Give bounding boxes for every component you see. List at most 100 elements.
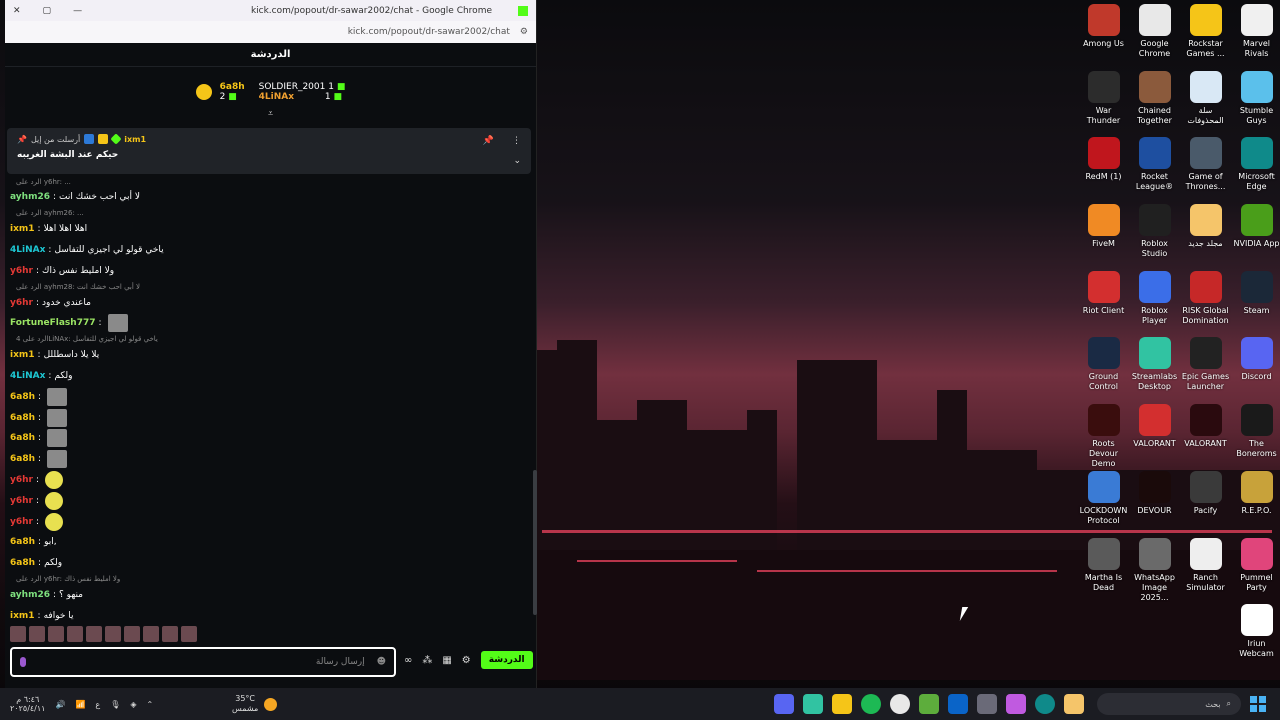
- send-button[interactable]: الدردشة: [480, 651, 533, 669]
- desktop-icon[interactable]: Ground Control: [1078, 337, 1129, 404]
- emote[interactable]: [143, 626, 159, 642]
- explorer-taskbar-icon[interactable]: [1064, 694, 1084, 714]
- chat-username[interactable]: 6a8h: [10, 413, 35, 423]
- desktop-icon[interactable]: DEVOUR: [1129, 470, 1180, 538]
- chat-username[interactable]: 6a8h: [10, 558, 35, 568]
- discord-taskbar-icon[interactable]: [774, 694, 794, 714]
- desktop-icon[interactable]: LOCKDOWN Protocol: [1078, 470, 1129, 538]
- clock-date[interactable]: ٢٠٢٥/٤/١١: [10, 704, 45, 713]
- desktop-icon[interactable]: Marvel Rivals: [1231, 4, 1280, 71]
- chat-username[interactable]: y6hr: [10, 266, 33, 276]
- desktop-icon[interactable]: Discord: [1231, 337, 1280, 404]
- copilot-taskbar-icon[interactable]: [1006, 694, 1026, 714]
- more-icon[interactable]: ⋮: [512, 136, 521, 146]
- chat-username[interactable]: 6a8h: [10, 392, 35, 402]
- minecraft-taskbar-icon[interactable]: [919, 694, 939, 714]
- desktop-icon[interactable]: Streamlabs Desktop: [1129, 337, 1180, 404]
- desktop-icon[interactable]: Roblox Player: [1129, 270, 1180, 338]
- settings-icon[interactable]: ⚙: [462, 655, 471, 666]
- chat-username[interactable]: ixm1: [10, 350, 35, 360]
- mic-tray-icon[interactable]: 🎙: [110, 700, 120, 709]
- minimize-icon[interactable]: —: [73, 6, 82, 16]
- infinity-icon[interactable]: ∞: [404, 655, 412, 666]
- reply-context[interactable]: الرد على 4LiNAx: ياخي قولو لي اجيزي للتف…: [10, 334, 525, 345]
- chevron-up-icon[interactable]: ⌃: [147, 700, 154, 709]
- chat-username[interactable]: ixm1: [10, 611, 35, 621]
- volume-icon[interactable]: 🔊: [55, 700, 65, 709]
- desktop-icon[interactable]: War Thunder: [1078, 70, 1129, 138]
- desktop-icon[interactable]: Stumble Guys: [1231, 70, 1280, 138]
- chat-username[interactable]: ayhm26: [10, 590, 50, 600]
- chat-username[interactable]: 6a8h: [10, 454, 35, 464]
- chat-scrollbar[interactable]: [533, 470, 537, 615]
- emote[interactable]: [10, 626, 26, 642]
- start-icon[interactable]: [1250, 696, 1266, 712]
- address-bar[interactable]: kick.com/popout/dr-sawar2002/chat ⚙: [5, 21, 536, 43]
- app-tray-icon[interactable]: ◈: [130, 700, 136, 709]
- desktop-icon[interactable]: Epic Games Launcher: [1180, 337, 1231, 404]
- emote[interactable]: [45, 491, 64, 510]
- emote[interactable]: [181, 626, 197, 642]
- mic-icon[interactable]: [20, 657, 26, 667]
- desktop-icon[interactable]: Chained Together: [1129, 70, 1180, 138]
- chat-username[interactable]: 6a8h: [10, 433, 35, 443]
- chrome-taskbar-icon[interactable]: [890, 694, 910, 714]
- chat-username[interactable]: 4LiNAx: [10, 371, 45, 381]
- emote[interactable]: [124, 626, 140, 642]
- language-indicator[interactable]: ع: [95, 700, 100, 709]
- desktop-icon[interactable]: WhatsApp Image 2025...: [1129, 537, 1180, 605]
- tune-icon[interactable]: ⚙: [520, 27, 528, 37]
- emote[interactable]: [45, 512, 64, 531]
- desktop-icon[interactable]: R.E.P.O.: [1231, 470, 1280, 538]
- chat-input[interactable]: إرسال رسالة ☻: [10, 647, 396, 677]
- emote[interactable]: [48, 626, 64, 642]
- desktop-icon[interactable]: RISK Global Domination: [1180, 270, 1231, 338]
- weather-widget[interactable]: 35°C مشمس: [232, 694, 278, 714]
- desktop-icon[interactable]: RedM (1): [1078, 137, 1129, 204]
- wifi-icon[interactable]: 📶: [75, 700, 85, 709]
- share-icon[interactable]: ⁂: [422, 655, 432, 666]
- rockstar-taskbar-icon[interactable]: [832, 694, 852, 714]
- desktop-icon[interactable]: VALORANT: [1129, 404, 1180, 471]
- emote[interactable]: [47, 387, 68, 406]
- desktop-icon[interactable]: Pummel Party: [1231, 537, 1280, 605]
- chat-username[interactable]: y6hr: [10, 298, 33, 308]
- desktop-icon[interactable]: Steam: [1231, 270, 1280, 338]
- emote[interactable]: [47, 429, 68, 448]
- pinned-message[interactable]: 📌 أرسلت من إيل ixm1 حيكم عند البشة الغري…: [7, 128, 531, 174]
- reply-context[interactable]: الرد على ayhm26: ...: [10, 208, 525, 219]
- close-icon[interactable]: ✕: [13, 6, 21, 16]
- desktop-icon[interactable]: سلة المحذوفات: [1180, 70, 1231, 138]
- emote[interactable]: [107, 314, 128, 333]
- spotify-taskbar-icon[interactable]: [861, 694, 881, 714]
- chat-username[interactable]: FortuneFlash777: [10, 318, 95, 328]
- outlook-taskbar-icon[interactable]: [948, 694, 968, 714]
- desktop-icon[interactable]: Among Us: [1078, 4, 1129, 71]
- desktop-icon[interactable]: Martha Is Dead: [1078, 537, 1129, 605]
- desktop-icon[interactable]: Iriun Webcam: [1231, 604, 1280, 671]
- desktop-icon[interactable]: Microsoft Edge: [1231, 137, 1280, 204]
- desktop-icon[interactable]: مجلد جديد: [1180, 204, 1231, 271]
- gift-icon[interactable]: ▦: [442, 655, 451, 666]
- taskbar-search[interactable]: بحث ⌕: [1097, 693, 1241, 715]
- desktop-icon[interactable]: Roots Devour Demo: [1078, 404, 1129, 471]
- chat-username[interactable]: ixm1: [10, 224, 35, 234]
- emote[interactable]: [162, 626, 178, 642]
- emote[interactable]: [105, 626, 121, 642]
- emote[interactable]: [86, 626, 102, 642]
- clock-time[interactable]: ٦:٤٦ م: [10, 695, 45, 704]
- edge-taskbar-icon[interactable]: [1035, 694, 1055, 714]
- chat-username[interactable]: y6hr: [10, 517, 33, 527]
- unpin-icon[interactable]: 📌: [483, 136, 494, 146]
- chat-username[interactable]: y6hr: [10, 496, 33, 506]
- emote[interactable]: [47, 408, 68, 427]
- desktop-icon[interactable]: Game of Thrones...: [1180, 137, 1231, 204]
- emote[interactable]: [67, 626, 83, 642]
- desktop-icon[interactable]: FiveM: [1078, 204, 1129, 271]
- desktop-icon[interactable]: Rockstar Games ...: [1180, 4, 1231, 71]
- chat-username[interactable]: ayhm26: [10, 192, 50, 202]
- reply-context[interactable]: الرد على ayhm28: لا أبي احب خشك انت: [10, 281, 525, 292]
- emote[interactable]: [47, 450, 68, 469]
- desktop-icon[interactable]: Google Chrome: [1129, 4, 1180, 71]
- pinned-user[interactable]: ixm1: [124, 135, 146, 144]
